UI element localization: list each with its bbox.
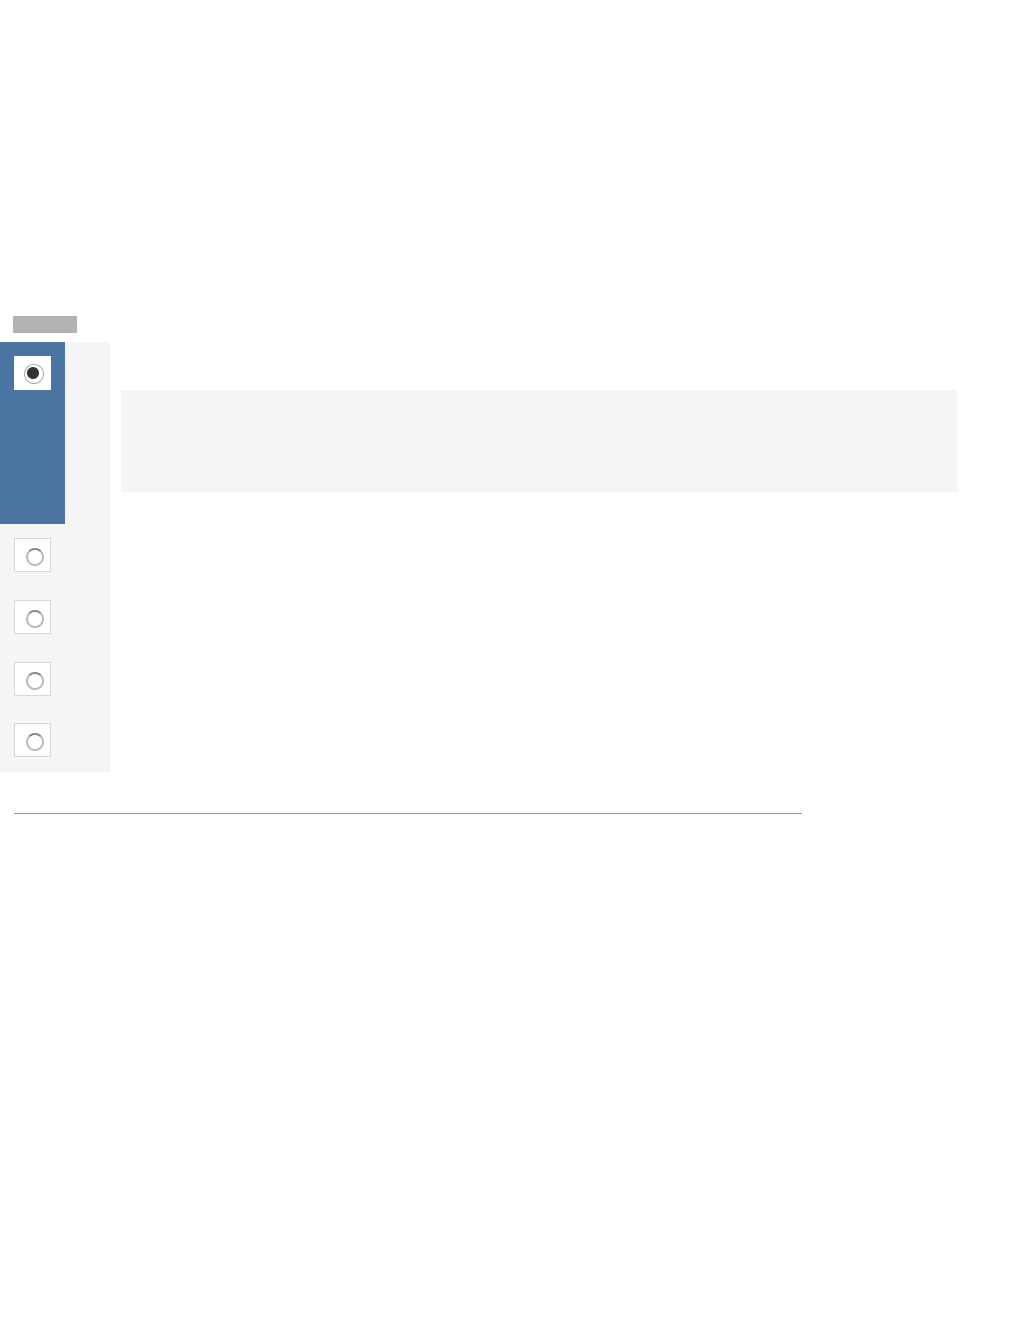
thumbnail-item-3[interactable]	[14, 600, 51, 634]
thumbnail-item-1[interactable]	[14, 356, 51, 390]
thumbnail-item-2[interactable]	[14, 538, 51, 572]
spinner-icon	[26, 733, 40, 747]
record-icon	[27, 367, 39, 379]
spinner-icon	[26, 610, 40, 624]
thumbnail-sidebar	[0, 342, 110, 772]
spinner-icon	[26, 548, 40, 562]
spinner-icon	[26, 672, 40, 686]
top-bar-placeholder	[13, 316, 77, 333]
content-panel-placeholder	[121, 390, 957, 492]
thumbnail-item-4[interactable]	[14, 662, 51, 696]
divider-line	[14, 813, 802, 814]
thumbnail-item-5[interactable]	[14, 723, 51, 757]
